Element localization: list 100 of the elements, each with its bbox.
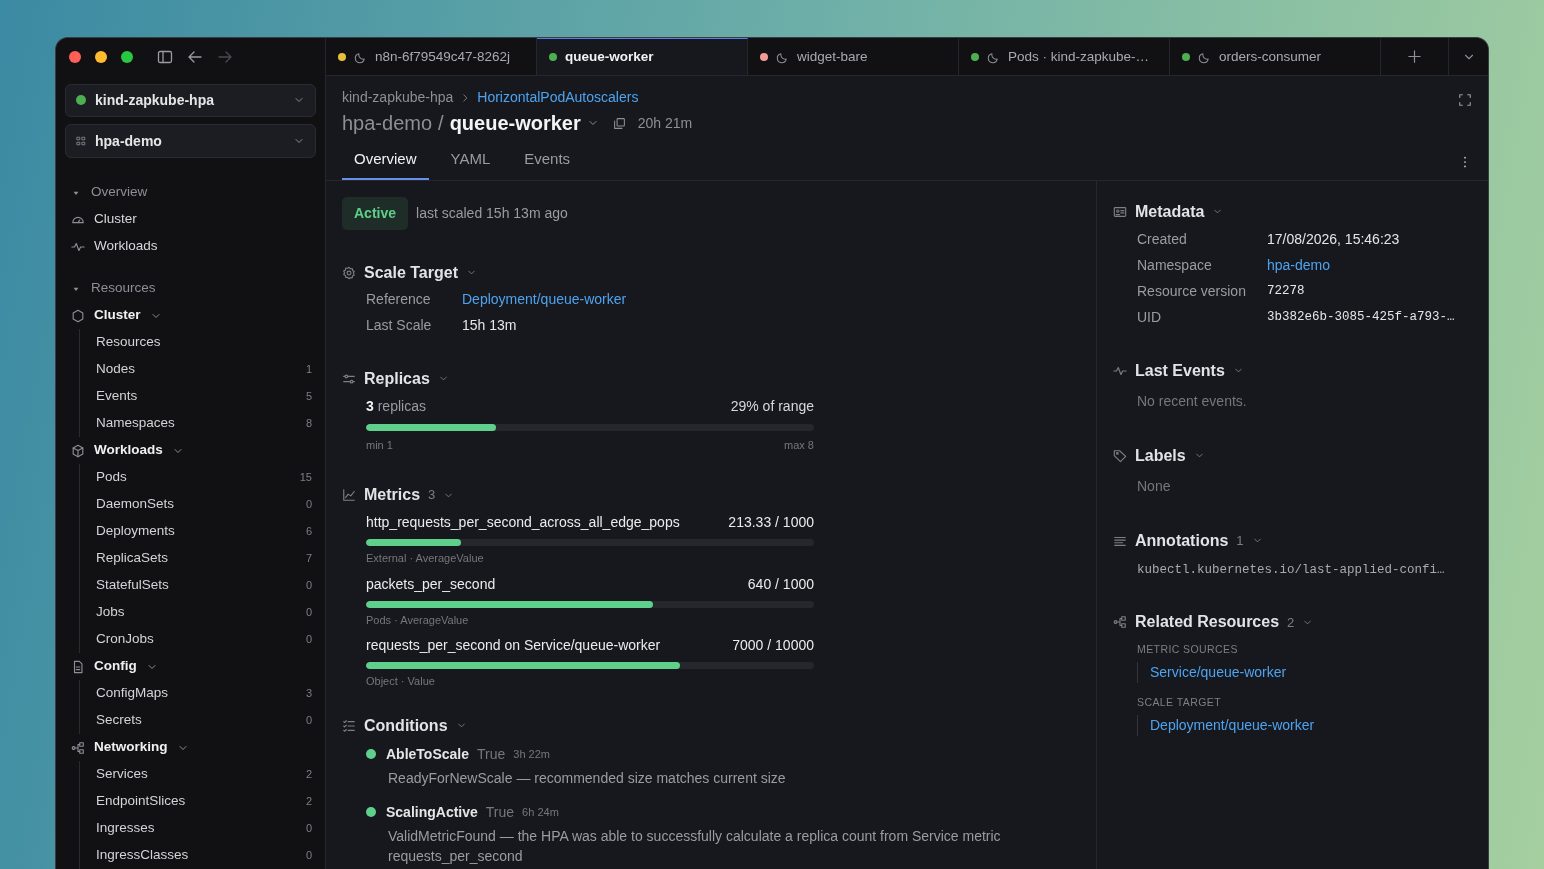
sidebar-item[interactable]: IngressClasses (96, 845, 189, 866)
sidebar-item[interactable]: Namespaces (96, 413, 175, 434)
tab[interactable]: widget-bare (748, 38, 959, 75)
section-title[interactable]: Conditions (364, 713, 448, 738)
section-title[interactable]: Related Resources (1135, 610, 1280, 635)
section-count: 2 (1287, 613, 1295, 632)
sidebar-item[interactable]: ReplicaSets (96, 548, 169, 569)
sidebar-item[interactable]: Jobs (96, 602, 125, 623)
metric-value: 640 / 1000 (747, 574, 814, 594)
sidebar-item[interactable]: DaemonSets (96, 494, 175, 515)
title-separator: / (438, 111, 444, 136)
item-count: 0 (305, 497, 312, 513)
metric-value: 7000 / 10000 (732, 636, 814, 655)
reference-link[interactable]: Deployment/queue-worker (462, 289, 627, 310)
copy-icon[interactable] (612, 116, 626, 130)
condition-message: ReadyForNewScale — recommended size matches current size (387, 768, 787, 788)
metric-name: packets_per_second (366, 574, 496, 594)
resource-link[interactable]: Deployment/queue-worker (1137, 714, 1472, 736)
field-label: Created (1137, 230, 1188, 249)
group-heading: SCALE TARGET (1136, 695, 1222, 710)
section-title[interactable]: Last Events (1135, 358, 1225, 383)
section-title[interactable]: Metadata (1135, 199, 1205, 224)
metric-value: 213.33 / 1000 (728, 513, 814, 532)
field-label: Resource version (1137, 282, 1247, 301)
sidebar-item[interactable]: Workloads (56, 233, 325, 260)
section-title[interactable]: Labels (1135, 443, 1186, 468)
sidebar-group[interactable]: Cluster (56, 302, 325, 329)
context-selector[interactable]: kind-zapkube-hpa (65, 83, 316, 118)
status-badge: Active (342, 196, 409, 230)
close-button[interactable] (69, 50, 81, 63)
metric-name: requests_per_second on Service/queue-worker (366, 636, 661, 655)
breadcrumb-link[interactable]: HorizontalPodAutoscalers (477, 87, 639, 108)
tab[interactable]: queue-worker (537, 38, 748, 75)
sidebar-item[interactable]: Secrets (96, 710, 142, 731)
sidebar-item[interactable]: Nodes (96, 359, 136, 380)
tab[interactable]: Pods · kind-zapkube-… (959, 38, 1170, 75)
sidebar-item[interactable]: Deployments (96, 521, 175, 542)
sidebar-group[interactable]: Workloads (56, 437, 325, 464)
moon-icon (354, 50, 367, 64)
item-count: 0 (305, 713, 312, 729)
condition-name: AbleToScale (386, 744, 469, 764)
view-tab[interactable]: Events (512, 142, 583, 180)
field-label: Last Scale (366, 316, 433, 335)
item-count: 15 (299, 470, 312, 486)
item-count: 2 (305, 794, 312, 810)
replica-count: 3 replicas (366, 396, 426, 416)
namespace-selector[interactable]: hpa-demo (65, 124, 316, 158)
sidebar-item[interactable]: ConfigMaps (96, 683, 169, 704)
moon-icon (776, 50, 789, 64)
tag-icon (1113, 448, 1127, 463)
item-count: 0 (305, 821, 312, 837)
range-percent: 29% of range (730, 396, 814, 416)
sidebar-group[interactable]: Config (56, 653, 325, 680)
empty-state: No recent events. (1136, 391, 1248, 411)
section-title[interactable]: Metrics (364, 483, 421, 507)
maximize-button[interactable] (121, 50, 133, 63)
item-count: 6 (305, 524, 312, 540)
breadcrumb-link[interactable]: kind-zapkube-hpa (342, 87, 454, 108)
minimize-button[interactable] (95, 50, 107, 63)
sidebar-item[interactable]: Ingresses (96, 818, 155, 839)
hexagon-icon (71, 308, 85, 323)
condition-status: True (477, 744, 506, 764)
tab[interactable]: orders-consumer (1170, 38, 1381, 75)
view-tab[interactable]: YAML (438, 142, 503, 180)
section-title[interactable]: Scale Target (364, 260, 458, 285)
document-icon (71, 659, 85, 674)
fullscreen-icon[interactable] (1458, 93, 1472, 107)
view-tab[interactable]: Overview (342, 142, 429, 180)
metric-type: External · AverageValue (366, 551, 485, 566)
plus-icon[interactable] (1407, 49, 1423, 64)
sidebar-toggle-icon[interactable] (157, 48, 173, 65)
sidebar-item[interactable]: EndpointSlices (96, 791, 186, 812)
resource-link[interactable]: Service/queue-worker (1137, 662, 1472, 683)
item-count: 7 (305, 551, 312, 567)
section-title[interactable]: Annotations (1135, 528, 1229, 553)
metric-type: Pods · AverageValue (366, 612, 470, 628)
sidebar-item[interactable]: CronJobs (96, 629, 154, 650)
namespace-link[interactable]: hpa-demo (1267, 255, 1331, 276)
section-heading[interactable]: Overview (91, 182, 148, 203)
section-count: 3 (428, 486, 436, 505)
item-count: 5 (305, 389, 312, 405)
field-value: 15h 13m (462, 316, 517, 335)
sidebar-item[interactable]: Resources (96, 332, 161, 353)
min-label: min 1 (366, 437, 393, 453)
sidebar-item[interactable]: Pods (96, 467, 127, 488)
item-count: 0 (305, 848, 312, 864)
metric-type: Object · Value (366, 674, 436, 689)
sidebar-item[interactable]: Services (96, 764, 148, 785)
condition-message: ValidMetricFound — the HPA was able to successfully calculate a replica count from Service metric requests_per_second (387, 826, 1002, 866)
chart-icon (342, 488, 356, 502)
field-value: 17/08/2026, 15:46:23 (1267, 230, 1400, 249)
sidebar-item[interactable]: Cluster (56, 206, 325, 233)
section-heading[interactable]: Resources (91, 278, 156, 299)
section-title[interactable]: Replicas (364, 366, 430, 391)
sidebar-item[interactable]: StatefulSets (96, 575, 169, 596)
namespace-title[interactable]: hpa-demo (342, 108, 433, 138)
sidebar-group[interactable]: Networking (56, 734, 325, 761)
item-count: 0 (305, 632, 312, 648)
sidebar-item[interactable]: Events (96, 386, 138, 407)
item-count: 8 (305, 416, 312, 432)
